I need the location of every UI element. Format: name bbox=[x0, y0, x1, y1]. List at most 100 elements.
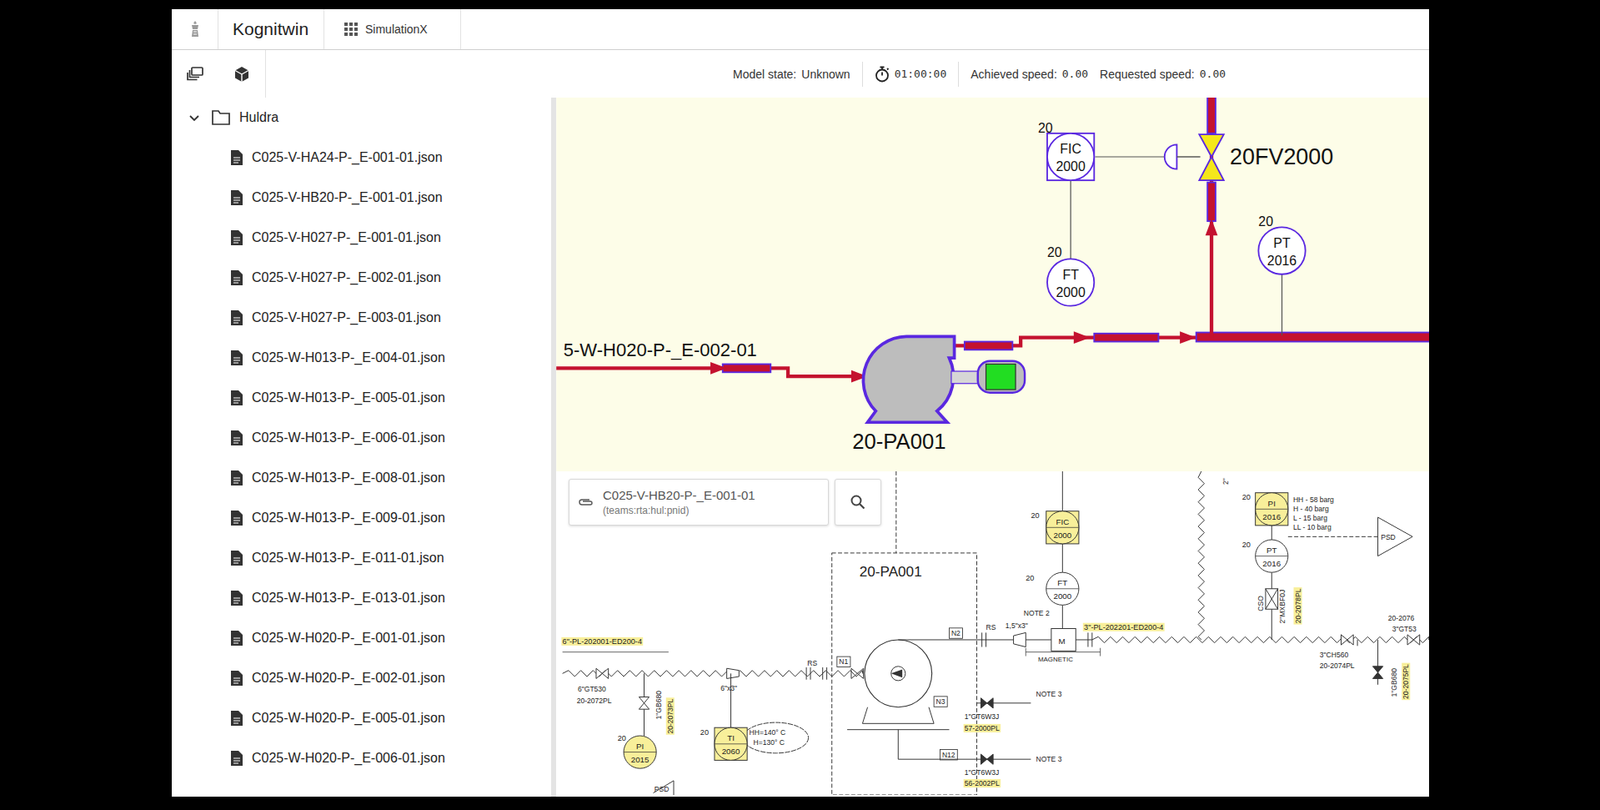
pnid-label: 6"x3" bbox=[719, 683, 738, 693]
sidebar-item[interactable]: C025-W-H013-P-_E-013-01.json bbox=[171, 577, 552, 618]
sidebar-item[interactable]: C025-W-H013-P-_E-009-01.json bbox=[171, 497, 552, 538]
svg-text:PI: PI bbox=[1268, 498, 1276, 508]
pnid-label: 1"GT6W3J bbox=[963, 767, 1001, 777]
file-icon bbox=[230, 469, 244, 487]
pnid-label: LL - 10 barg bbox=[1292, 522, 1333, 532]
pnid-label: 20-2074PL bbox=[1319, 661, 1357, 670]
model-3d-button[interactable] bbox=[218, 65, 266, 83]
svg-text:FT: FT bbox=[1062, 267, 1079, 282]
inlet-pipe[interactable] bbox=[556, 367, 853, 377]
pnid-label: 6"-PL-202001-ED200-4 bbox=[561, 636, 643, 646]
file-icon bbox=[230, 509, 244, 527]
instrument[interactable]: FIC2000 bbox=[1047, 133, 1094, 181]
svg-text:NOTE 3: NOTE 3 bbox=[1036, 754, 1063, 763]
flow-arrow bbox=[1179, 331, 1197, 344]
svg-text:20: 20 bbox=[1025, 573, 1034, 582]
sidebar-item[interactable]: C025-V-H027-P-_E-001-01.json bbox=[171, 217, 552, 258]
pnid-instrument[interactable]: FT2000 bbox=[1046, 571, 1079, 605]
pnid-label: PSD bbox=[653, 784, 671, 793]
pnid-instrument[interactable]: FIC2000 bbox=[1046, 511, 1079, 544]
label-highlight bbox=[1387, 613, 1416, 622]
svg-text:RS: RS bbox=[986, 622, 997, 632]
svg-text:2016: 2016 bbox=[1262, 511, 1281, 522]
sidebar-item[interactable]: C025-W-H013-P-_E-008-01.json bbox=[171, 457, 552, 498]
sidebar-item[interactable]: C025-W-H013-P-_E-006-01.json bbox=[171, 417, 552, 458]
sidebar-item[interactable]: C025-V-H027-P-_E-002-01.json bbox=[171, 257, 552, 298]
folder-icon bbox=[210, 109, 231, 126]
pnid-label: 56-2002PL bbox=[963, 778, 1002, 788]
label-highlight bbox=[747, 727, 787, 737]
instrument[interactable]: FT2000 bbox=[1047, 258, 1094, 306]
file-icon bbox=[230, 349, 244, 367]
motor[interactable] bbox=[978, 361, 1025, 393]
sidebar-item[interactable]: C025-V-H027-P-_E-003-01.json bbox=[171, 297, 552, 338]
svg-text:6"x3": 6"x3" bbox=[720, 683, 738, 693]
pnid-instrument[interactable]: PT2016 bbox=[1255, 539, 1289, 572]
svg-text:PSD: PSD bbox=[1380, 532, 1396, 542]
label-highlight bbox=[1221, 476, 1230, 486]
simulation-timer: 01:00:00 bbox=[874, 65, 948, 83]
label-highlight bbox=[1294, 586, 1303, 625]
sidebar-item[interactable]: C025-W-H013-P-_E-004-01.json bbox=[171, 337, 552, 378]
svg-text:57-2000PL: 57-2000PL bbox=[964, 723, 1000, 733]
svg-text:20: 20 bbox=[1047, 245, 1063, 260]
sidebar-item[interactable]: C025-V-HB20-P-_E-001-01.json bbox=[171, 177, 552, 218]
svg-text:FIC: FIC bbox=[1055, 516, 1069, 527]
svg-text:N3: N3 bbox=[936, 697, 946, 706]
pnid-label: NOTE 3 bbox=[1034, 689, 1064, 698]
pnid-label: 20-2073PL bbox=[666, 697, 675, 735]
svg-text:20: 20 bbox=[617, 733, 627, 743]
pnid-label: CSO bbox=[1256, 594, 1265, 612]
sidebar-item[interactable]: C025-W-H013-P-_E-005-01.json bbox=[171, 377, 552, 418]
pnid-instrument[interactable]: PI2015 bbox=[623, 735, 657, 768]
pnid-instrument[interactable]: TI2060 bbox=[714, 727, 748, 760]
sidebar-item[interactable]: C025-W-H020-P-_E-006-01.json bbox=[171, 737, 552, 778]
document-field[interactable]: C025-V-HB20-P-_E-001-01(teams:rta:hul:pn… bbox=[568, 478, 829, 526]
pnid-label: NOTE 3 bbox=[1034, 754, 1064, 763]
label-highlight bbox=[963, 723, 1002, 733]
svg-text:H - 40 barg: H - 40 barg bbox=[1293, 504, 1330, 513]
pnid-instrument[interactable]: PI 2016 bbox=[1255, 492, 1289, 526]
file-icon bbox=[230, 749, 244, 767]
label-highlight bbox=[934, 697, 947, 706]
label-highlight bbox=[719, 683, 738, 693]
svg-text:MAGNETIC: MAGNETIC bbox=[1038, 655, 1074, 663]
label-highlight bbox=[1004, 621, 1029, 630]
valve-tag: 20FV2000 bbox=[1229, 144, 1334, 170]
file-icon bbox=[230, 149, 244, 166]
svg-text:TI: TI bbox=[727, 732, 735, 743]
sidebar-item[interactable]: C025-V-HA24-P-_E-001-01.json bbox=[171, 137, 552, 178]
label-highlight bbox=[1319, 661, 1357, 670]
pump[interactable] bbox=[862, 336, 979, 422]
sidebar-item[interactable]: C025-W-H013-P-_E-011-01.json bbox=[171, 537, 552, 578]
label-highlight bbox=[806, 658, 819, 668]
instrument[interactable]: PT2016 bbox=[1258, 226, 1305, 274]
control-valve[interactable] bbox=[1095, 134, 1224, 181]
label-highlight bbox=[1278, 588, 1287, 625]
sidebar-item[interactable]: C025-W-H020-P-_E-001-01.json bbox=[171, 617, 552, 658]
folder-row[interactable]: Huldra bbox=[171, 97, 552, 138]
label-highlight bbox=[1292, 513, 1330, 522]
svg-text:20-2073PL: 20-2073PL bbox=[666, 697, 675, 733]
svg-text:H=130° C: H=130° C bbox=[752, 737, 784, 747]
attachment-icon bbox=[577, 496, 595, 507]
label-highlight bbox=[1401, 662, 1410, 701]
app-switcher[interactable]: SimulationX bbox=[324, 9, 462, 50]
sidebar-item[interactable]: C025-W-H020-P-_E-002-01.json bbox=[171, 657, 552, 698]
cube-icon bbox=[234, 65, 250, 83]
document-name: C025-V-HB20-P-_E-001-01 bbox=[602, 487, 756, 502]
achieved-speed: Achieved speed:0.00 bbox=[970, 67, 1089, 81]
svg-text:20: 20 bbox=[1242, 540, 1251, 549]
label-highlight bbox=[950, 628, 963, 637]
label-highlight bbox=[1023, 608, 1052, 617]
svg-text:20: 20 bbox=[700, 727, 709, 737]
label-highlight bbox=[666, 697, 675, 735]
file-icon bbox=[230, 229, 244, 246]
file-tree: HuldraC025-V-HA24-P-_E-001-01.jsonC025-V… bbox=[171, 97, 552, 797]
search-button[interactable] bbox=[834, 478, 882, 526]
layers-button[interactable] bbox=[171, 66, 219, 82]
sidebar-item[interactable]: C025-W-H020-P-_E-005-01.json bbox=[171, 697, 552, 738]
label-highlight bbox=[653, 784, 671, 793]
apps-grid-icon bbox=[344, 22, 358, 36]
svg-text:PSD: PSD bbox=[654, 784, 670, 793]
